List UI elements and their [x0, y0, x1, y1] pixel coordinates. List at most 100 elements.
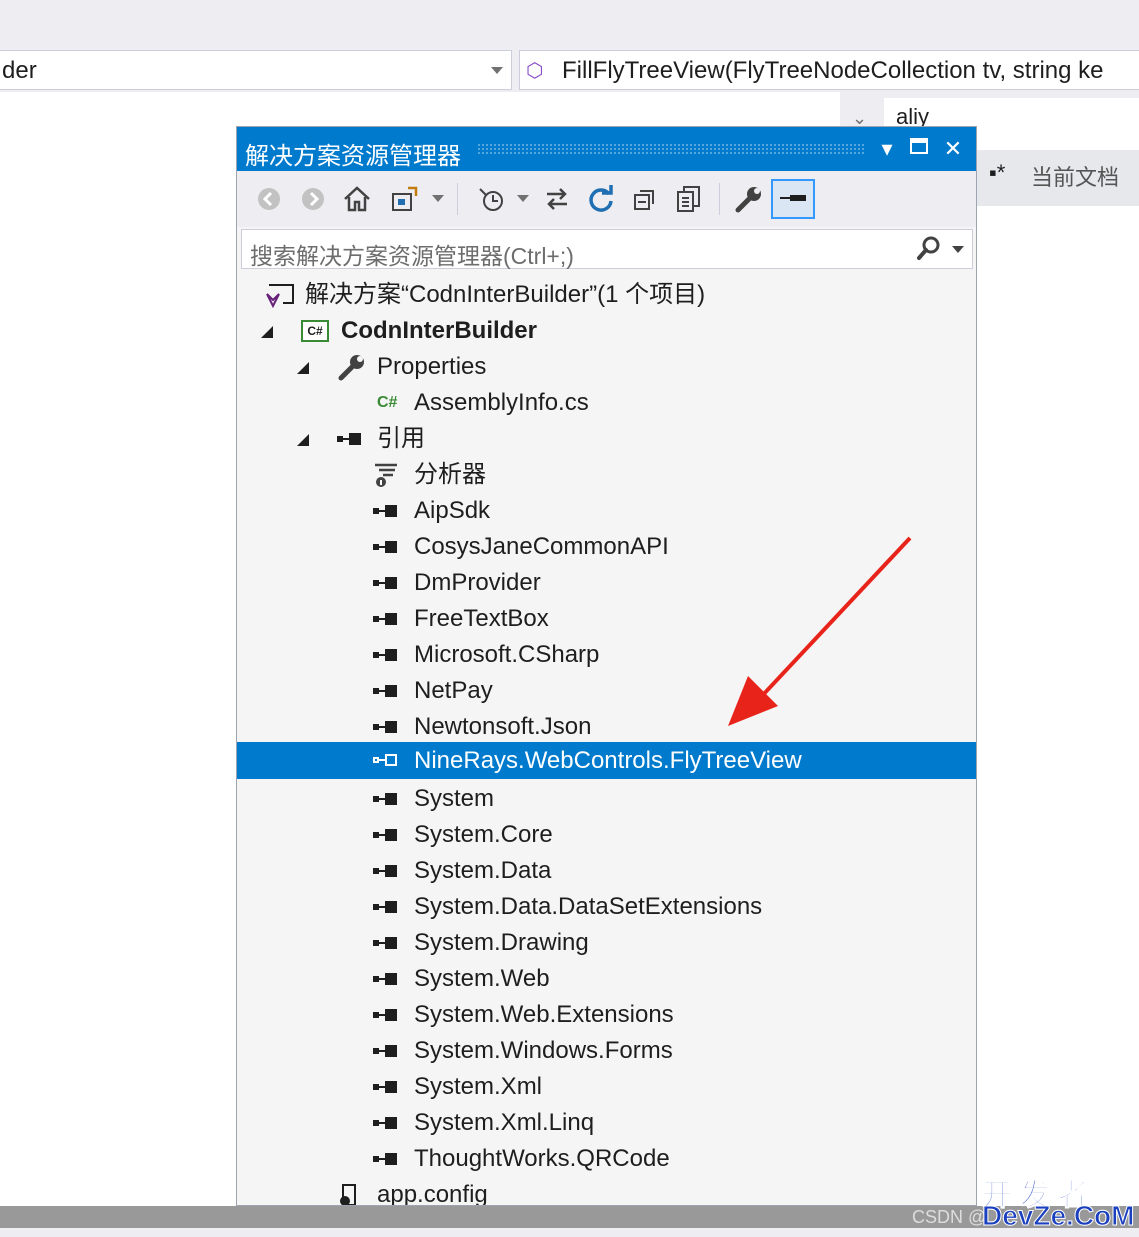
reference-icon	[373, 853, 397, 889]
reference-icon	[373, 601, 397, 637]
reference-icon	[373, 781, 397, 817]
solution-icon	[265, 277, 295, 313]
reference-icon	[373, 637, 397, 673]
pending-changes-icon[interactable]	[473, 179, 509, 219]
reference-icon	[373, 997, 397, 1033]
reference-label: System.Web	[414, 965, 550, 992]
grip-pattern	[477, 143, 865, 155]
reference-label: System.Drawing	[414, 929, 589, 956]
reference-item[interactable]: System.Data	[237, 853, 976, 889]
panel-title: 解决方案资源管理器	[245, 143, 461, 170]
project-label: CodnInterBuilder	[341, 317, 537, 344]
reference-label: System	[414, 785, 495, 812]
csdn-watermark: CSDN @	[912, 1207, 987, 1227]
analyzer-icon	[373, 457, 401, 493]
reference-label: System.Data	[414, 857, 552, 884]
reference-icon	[373, 889, 397, 925]
forward-icon[interactable]	[297, 179, 329, 219]
member-combo-value: FillFlyTreeView(FlyTreeNodeCollection tv…	[562, 57, 1104, 84]
reference-item[interactable]: System.Data.DataSetExtensions	[237, 889, 976, 925]
config-file-icon	[337, 1177, 361, 1205]
reference-item[interactable]: System.Xml.Linq	[237, 1105, 976, 1141]
dropdown-icon[interactable]: ▾	[871, 133, 903, 165]
preview-icon[interactable]	[771, 179, 815, 219]
copy-icon[interactable]	[671, 179, 707, 219]
solution-label: 解决方案“CodnInterBuilder”(1 个项目)	[305, 281, 706, 308]
search-icon[interactable]	[916, 234, 942, 269]
reference-label: NetPay	[414, 677, 493, 704]
status-strip	[0, 1228, 1139, 1237]
tree-item-analyzers[interactable]: 分析器	[237, 457, 976, 493]
search-placeholder: 搜索解决方案资源管理器(Ctrl+;)	[250, 243, 574, 269]
tree-item-solution[interactable]: 解决方案“CodnInterBuilder”(1 个项目)	[237, 277, 976, 313]
properties-wrench-icon[interactable]	[731, 179, 767, 219]
reference-warning-icon	[373, 742, 397, 778]
close-icon[interactable]: ✕	[937, 133, 969, 165]
references-label: 引用	[377, 425, 425, 452]
current-document-tab[interactable]: ▪* 当前文档	[977, 150, 1139, 206]
sync-icon[interactable]	[539, 179, 575, 219]
reference-label: DmProvider	[414, 569, 541, 596]
reference-icon	[373, 673, 397, 709]
reference-label: FreeTextBox	[414, 605, 549, 632]
reference-item[interactable]: AipSdk	[237, 493, 976, 529]
tree-item-project[interactable]: C# CodnInterBuilder	[237, 313, 976, 349]
toolbar-separator	[719, 183, 720, 215]
collapse-all-icon[interactable]	[627, 179, 663, 219]
reference-item[interactable]: System.Web	[237, 961, 976, 997]
reference-icon	[373, 1141, 397, 1177]
properties-label: Properties	[377, 353, 487, 380]
solution-search-input[interactable]: 搜索解决方案资源管理器(Ctrl+;)	[241, 229, 973, 269]
reference-icon	[373, 1033, 397, 1069]
reference-icon	[373, 925, 397, 961]
tree-item-assemblyinfo[interactable]: C# AssemblyInfo.cs	[237, 385, 976, 421]
reference-item[interactable]: System.Core	[237, 817, 976, 853]
reference-icon	[373, 961, 397, 997]
solution-explorer-titlebar[interactable]: 解决方案资源管理器 ▾ ✕	[237, 127, 976, 171]
expanded-triangle-icon[interactable]	[297, 362, 309, 374]
current-document-label: 当前文档	[1031, 165, 1120, 190]
annotation-arrow	[728, 536, 912, 726]
reference-item[interactable]: System.Windows.Forms	[237, 1033, 976, 1069]
member-combo[interactable]: ⬡ FillFlyTreeView(FlyTreeNodeCollection …	[519, 50, 1139, 90]
reference-item[interactable]: System.Xml	[237, 1069, 976, 1105]
reference-icon	[337, 421, 361, 457]
expanded-triangle-icon[interactable]	[261, 326, 273, 338]
reference-label: AipSdk	[414, 497, 491, 524]
search-options-caret[interactable]	[952, 246, 964, 253]
switch-views-icon[interactable]	[387, 179, 423, 219]
reference-label: CosysJaneCommonAPI	[414, 533, 669, 560]
maximize-icon[interactable]	[903, 133, 935, 165]
reference-label: NineRays.WebControls.FlyTreeView	[414, 747, 802, 774]
pending-changes-caret[interactable]	[517, 195, 529, 202]
reference-label: System.Web.Extensions	[414, 1001, 674, 1028]
reference-item-selected[interactable]: NineRays.WebControls.FlyTreeView	[237, 742, 976, 779]
reference-icon	[373, 1105, 397, 1141]
class-combo-value: der	[2, 57, 37, 84]
assemblyinfo-label: AssemblyInfo.cs	[414, 389, 589, 416]
refresh-icon[interactable]	[583, 179, 619, 219]
reference-item[interactable]: System	[237, 781, 976, 817]
chevron-down-icon[interactable]	[491, 67, 503, 74]
devze-watermark-en: DevZe.CoM	[981, 1200, 1135, 1232]
class-combo[interactable]: der	[0, 50, 512, 90]
reference-label: ThoughtWorks.QRCode	[414, 1145, 670, 1172]
reference-label: System.Xml.Linq	[414, 1109, 595, 1136]
switch-views-caret[interactable]	[432, 195, 444, 202]
tree-item-app-config[interactable]: app.config	[237, 1177, 976, 1206]
solution-explorer-toolbar	[237, 171, 976, 227]
csharp-file-icon: C#	[377, 394, 398, 411]
tree-item-references[interactable]: 引用	[237, 421, 976, 457]
reference-item[interactable]: System.Drawing	[237, 925, 976, 961]
tree-item-properties[interactable]: Properties	[237, 349, 976, 385]
reference-item[interactable]: ThoughtWorks.QRCode	[237, 1141, 976, 1177]
reference-icon	[373, 817, 397, 853]
wrench-icon	[337, 349, 367, 385]
expanded-triangle-icon[interactable]	[297, 434, 309, 446]
back-icon[interactable]	[253, 179, 285, 219]
reference-item[interactable]: System.Web.Extensions	[237, 997, 976, 1033]
reference-icon	[373, 565, 397, 601]
app-config-label: app.config	[377, 1181, 488, 1206]
analyzers-label: 分析器	[414, 461, 486, 488]
home-icon[interactable]	[339, 179, 375, 219]
